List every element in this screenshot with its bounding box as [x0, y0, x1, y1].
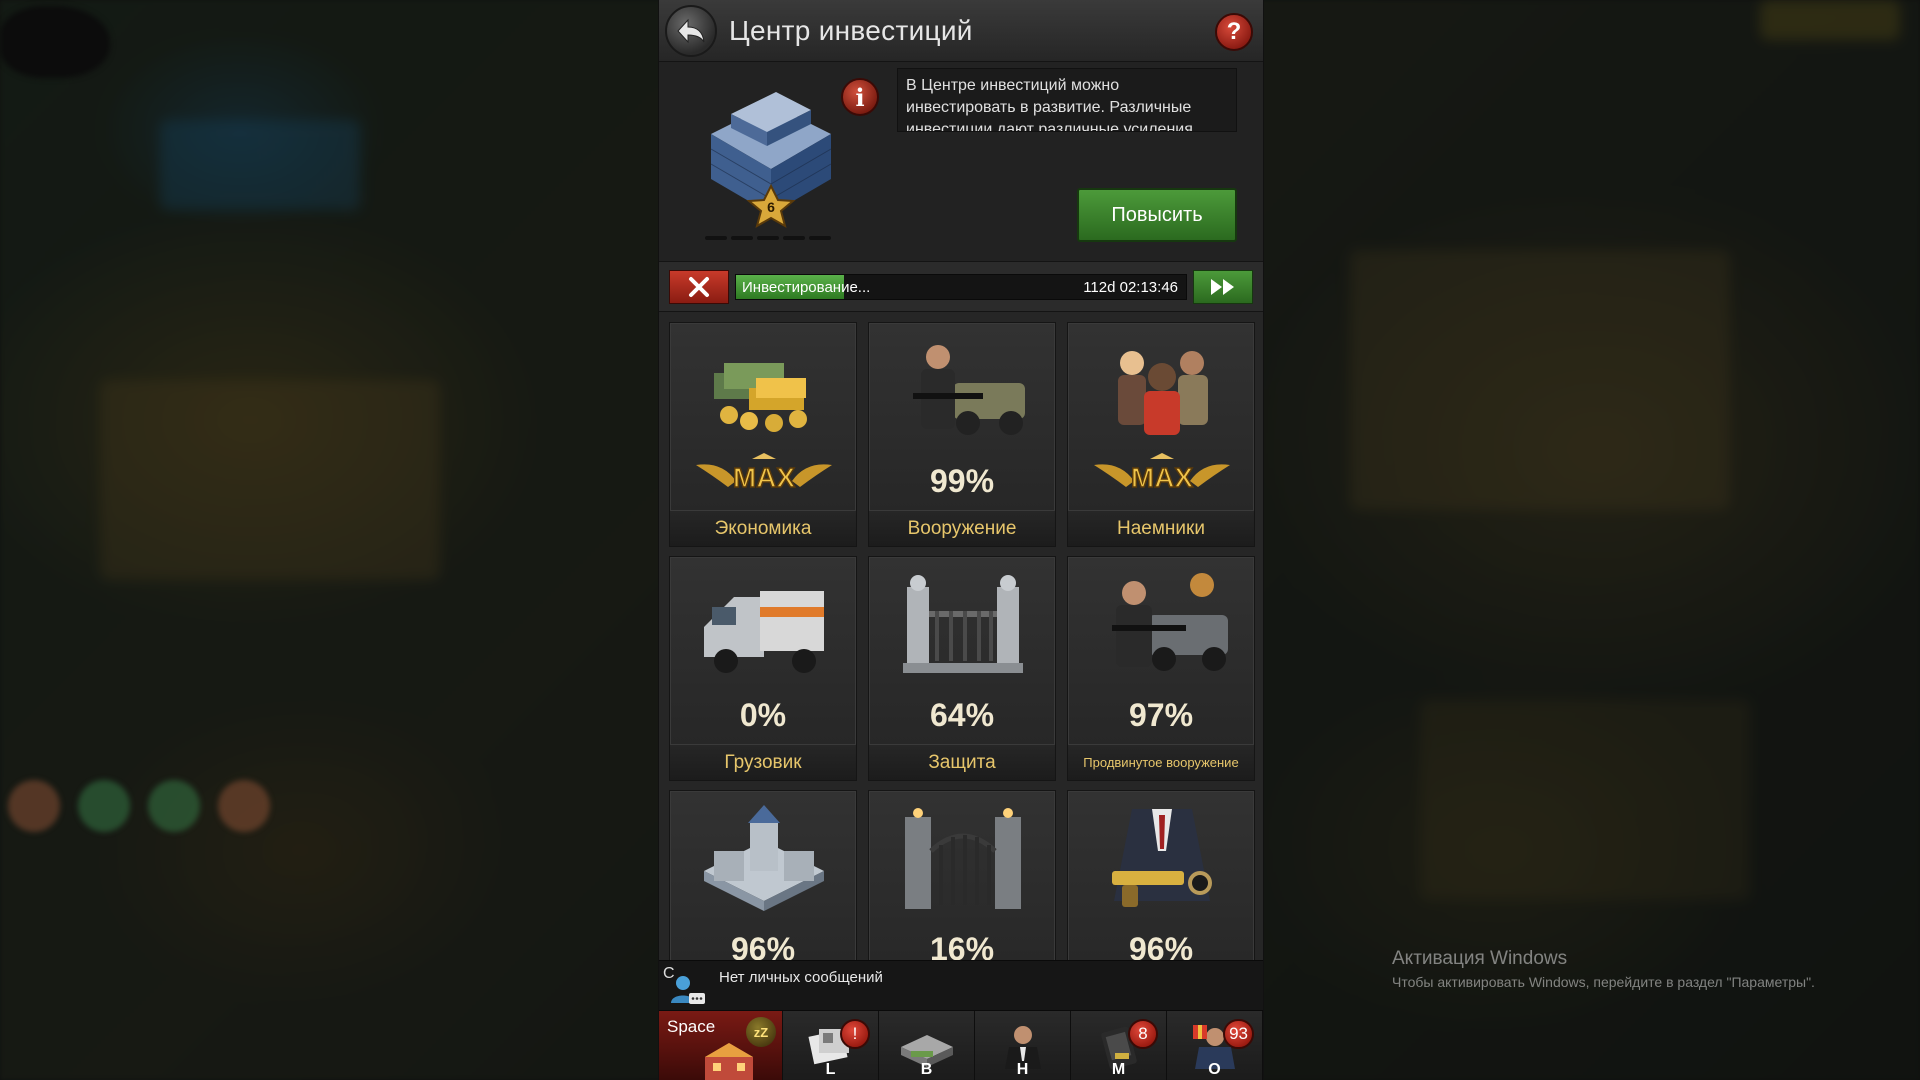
bottom-tab-o[interactable]: O 93: [1167, 1011, 1263, 1080]
investment-card[interactable]: MAX Наемники: [1067, 322, 1255, 547]
map-shortcut-icon: [8, 780, 60, 832]
page-title: Центр инвестиций: [729, 14, 973, 46]
suit-pistol-icon: [1112, 809, 1212, 907]
building-level-text: 6: [767, 199, 775, 215]
close-icon: [689, 276, 709, 297]
messages-status-text: Нет личных сообщений: [719, 969, 883, 986]
map-shortcut-icon: [218, 780, 270, 832]
map-side-icons: [8, 780, 270, 832]
mercenaries-icon: [1118, 351, 1208, 435]
building-section: 6 i В Центре инвестиций можно инвестиров…: [659, 62, 1263, 262]
investment-center-panel: Центр инвестиций ? 6 i В Центре инвестиц…: [658, 0, 1264, 1080]
building-description: В Центре инвестиций можно инвестировать …: [897, 68, 1237, 132]
investment-building-icon: 6: [710, 92, 832, 229]
investment-card[interactable]: 99% Вооружение: [868, 322, 1056, 547]
investment-progress-row: Инвестирование... 112d 02:13:46: [659, 262, 1263, 312]
space-tab[interactable]: Space zZ: [659, 1011, 783, 1080]
back-button[interactable]: [665, 4, 717, 57]
watermark-title: Активация Windows: [1392, 948, 1568, 969]
money-stack-icon: [714, 363, 807, 432]
investment-card-label: Наемники: [1068, 510, 1254, 546]
bottom-tab-key: L: [825, 1061, 836, 1078]
messages-user-icon: [671, 976, 705, 1004]
help-button[interactable]: ?: [1215, 13, 1253, 51]
speed-up-button[interactable]: [1193, 269, 1253, 304]
investment-card-label: Вооружение: [869, 510, 1055, 546]
bottom-tab-m[interactable]: M8: [1071, 1011, 1167, 1080]
max-badge-text: MAX: [733, 462, 796, 493]
bottom-navigation-bar: Space zZ L! B H M 8 O 93: [659, 1010, 1263, 1080]
upgrade-button[interactable]: Повысить: [1077, 188, 1237, 242]
notification-badge: !: [840, 1019, 870, 1049]
bottom-tab-key: O: [1208, 1061, 1221, 1078]
truck-icon: [704, 591, 824, 673]
notification-badge: 8: [1128, 1019, 1158, 1049]
notification-badge: 93: [1223, 1019, 1254, 1049]
investment-card[interactable]: MAX Экономика: [669, 322, 857, 547]
investment-card-label: Экономика: [670, 510, 856, 546]
panel-header: Центр инвестиций ?: [659, 0, 1263, 62]
map-shortcut-icon: [78, 780, 130, 832]
bottom-tab-l[interactable]: L!: [783, 1011, 879, 1080]
windows-activation-watermark: Активация Windows Чтобы активировать Win…: [1392, 948, 1815, 990]
fence-gate-icon: [903, 575, 1023, 673]
back-arrow-icon: [677, 18, 705, 43]
investment-grid: MAX Экономика 99% Вооружение MAX Наемники 0% Гр…: [669, 322, 1255, 1015]
progress-label: Инвестирование...: [742, 278, 871, 296]
message-strip[interactable]: C Нет личных сообщений: [659, 960, 1263, 1010]
investment-card-label: Грузовик: [670, 744, 856, 780]
idle-status-badge: zZ: [746, 1017, 776, 1047]
investment-card-label: Продвинутое вооружение: [1068, 744, 1254, 780]
bottom-tab-key: B: [920, 1061, 933, 1078]
bottom-tab-key: M: [1111, 1061, 1126, 1078]
max-badge-icon: MAX: [1094, 453, 1230, 494]
bottom-tab-b[interactable]: B: [879, 1011, 975, 1080]
investment-card[interactable]: 0% Грузовик: [669, 556, 857, 781]
investment-card[interactable]: 97% Продвинутое вооружение: [1067, 556, 1255, 781]
investment-card[interactable]: 64% Защита: [868, 556, 1056, 781]
mansion-icon: [704, 805, 824, 911]
investment-progress-percent: 97%: [1128, 697, 1194, 733]
investment-progress-percent: 99%: [929, 463, 995, 499]
info-button[interactable]: i: [841, 78, 879, 116]
redacted-scribble: [0, 6, 110, 78]
space-tab-label: Space: [667, 1017, 716, 1036]
fast-forward-icon: [1211, 278, 1234, 295]
bottom-tab-key: H: [1016, 1061, 1029, 1078]
watermark-subtitle: Чтобы активировать Windows, перейдите в …: [1392, 974, 1815, 990]
investment-card-label: Защита: [869, 744, 1055, 780]
map-shortcut-icon: [148, 780, 200, 832]
investment-progress-bar: Инвестирование... 112d 02:13:46: [735, 273, 1187, 300]
iron-gate-icon: [905, 808, 1021, 909]
gunman-jeep-icon: [913, 345, 1025, 435]
bottom-tab-h[interactable]: H: [975, 1011, 1071, 1080]
investment-progress-percent: 0%: [739, 697, 787, 733]
progress-time-remaining: 112d 02:13:46: [1083, 278, 1178, 296]
cancel-investment-button[interactable]: [669, 269, 729, 304]
gunman-truck-icon: [1112, 573, 1228, 671]
max-badge-icon: MAX: [696, 453, 832, 494]
building-level-indicator: [705, 236, 831, 240]
investment-progress-percent: 64%: [929, 697, 995, 733]
max-badge-text: MAX: [1131, 462, 1194, 493]
